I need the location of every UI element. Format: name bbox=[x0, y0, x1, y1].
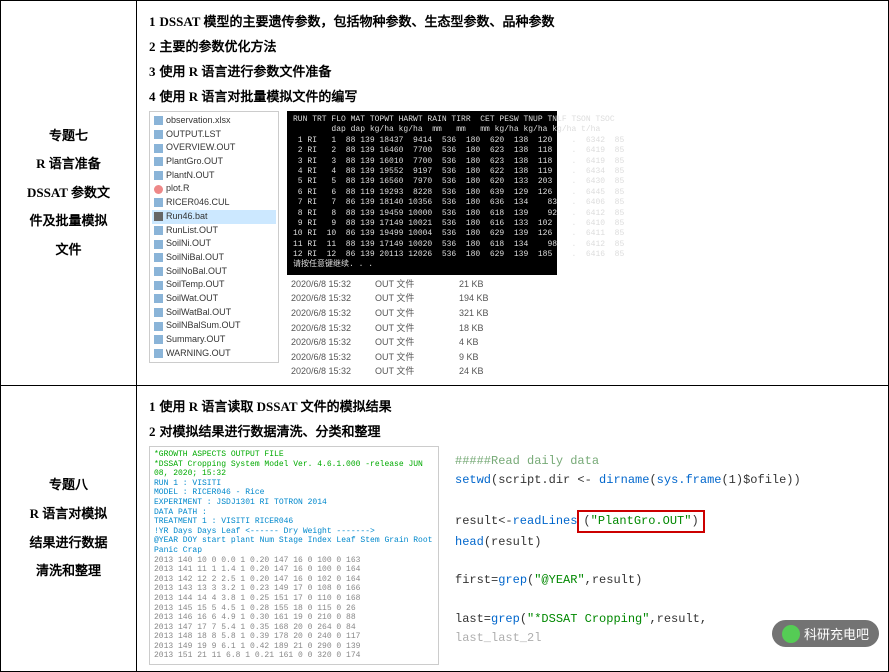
file-item[interactable]: SoilTemp.OUT bbox=[152, 278, 276, 292]
list-item: 2主要的参数优化方法 bbox=[149, 36, 876, 55]
output-file-pane: *GROWTH ASPECTS OUTPUT FILE*DSSAT Croppi… bbox=[149, 446, 439, 665]
list-item: 1DSSAT 模型的主要遗传参数，包括物种参数、生态型参数、品种参数 bbox=[149, 11, 876, 30]
file-item[interactable]: RICER046.CUL bbox=[152, 196, 276, 210]
file-item[interactable]: SoilNBalSum.OUT bbox=[152, 319, 276, 333]
file-item[interactable]: SoilWatBal.OUT bbox=[152, 306, 276, 320]
highlighted-code: ("PlantGro.OUT") bbox=[577, 510, 704, 533]
file-item[interactable]: plot.R bbox=[152, 182, 276, 196]
list-item: 2对模拟结果进行数据清洗、分类和整理 bbox=[149, 421, 876, 440]
file-item[interactable]: SoilNi.OUT bbox=[152, 237, 276, 251]
topic-7-content: 1DSSAT 模型的主要遗传参数，包括物种参数、生态型参数、品种参数 2主要的参… bbox=[137, 1, 889, 386]
list-item: 1使用 R 语言读取 DSSAT 文件的模拟结果 bbox=[149, 396, 876, 415]
file-item[interactable]: WARNING.OUT bbox=[152, 347, 276, 361]
file-item[interactable]: SoilWat.OUT bbox=[152, 292, 276, 306]
file-item[interactable]: RunList.OUT bbox=[152, 224, 276, 238]
topic-8-title: 专题八 R 语言对模拟 结果进行数据 清洗和整理 bbox=[1, 386, 137, 672]
topic-7-title: 专题七 R 语言准备 DSSAT 参数文 件及批量模拟 文件 bbox=[1, 1, 137, 386]
file-item[interactable]: Run46.bat bbox=[152, 210, 276, 224]
file-item[interactable]: PlantN.OUT bbox=[152, 169, 276, 183]
file-item[interactable]: OVERVIEW.OUT bbox=[152, 141, 276, 155]
list-item: 4使用 R 语言对批量模拟文件的编写 bbox=[149, 86, 876, 105]
watermark-badge: 科研充电吧 bbox=[772, 620, 879, 647]
file-list-pane: observation.xlsxOUTPUT.LSTOVERVIEW.OUTPl… bbox=[149, 111, 279, 363]
file-item[interactable]: SoilNiBal.OUT bbox=[152, 251, 276, 265]
file-item[interactable]: OUTPUT.LST bbox=[152, 128, 276, 142]
file-item[interactable]: PlantGro.OUT bbox=[152, 155, 276, 169]
file-item[interactable]: SoilNoBal.OUT bbox=[152, 265, 276, 279]
wechat-icon bbox=[782, 625, 800, 643]
code-comment: #####Read daily data bbox=[455, 452, 859, 471]
file-props-pane: 2020/6/8 15:32OUT 文件21 KB2020/6/8 15:32O… bbox=[287, 277, 547, 379]
file-item[interactable]: Summary.OUT bbox=[152, 333, 276, 347]
file-item[interactable]: observation.xlsx bbox=[152, 114, 276, 128]
terminal-pane: RUN TRT FLO MAT TOPWT HARWT RAIN TIRR CE… bbox=[287, 111, 557, 275]
list-item: 3使用 R 语言进行参数文件准备 bbox=[149, 61, 876, 80]
